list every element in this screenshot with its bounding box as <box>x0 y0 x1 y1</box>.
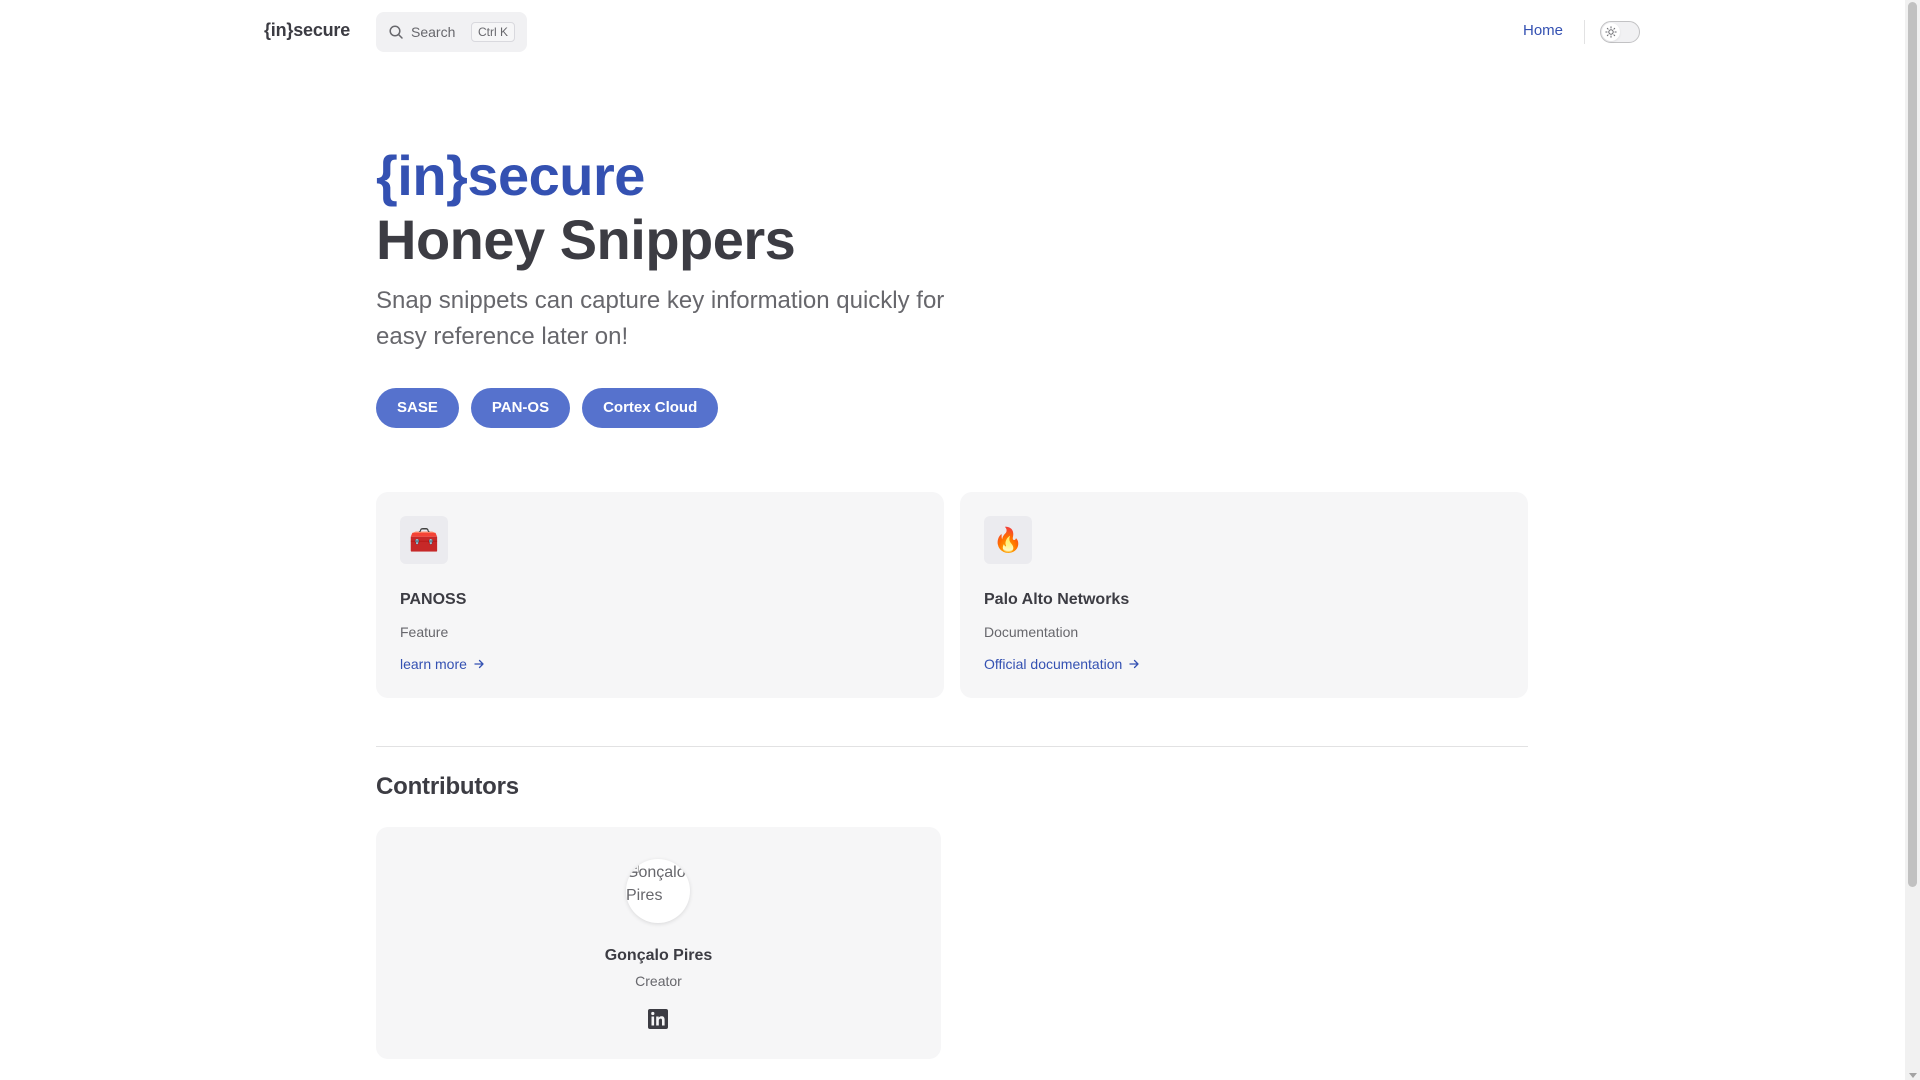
arrow-right-icon <box>1129 659 1139 669</box>
fire-icon: 🔥 <box>984 516 1032 564</box>
feature-details: Feature <box>400 624 449 640</box>
contributor-card: Gonçalo Pires Gonçalo Pires Creator <box>376 827 941 1059</box>
hero-tagline: Snap snippets can capture key informatio… <box>376 287 945 350</box>
feature-card-palo-alto-networks: 🔥 Palo Alto Networks Documentation Offic… <box>960 492 1528 698</box>
search-label: Search <box>411 24 456 40</box>
nav-divider <box>1584 20 1585 44</box>
action-button-cortex-cloud[interactable]: Cortex Cloud <box>582 388 719 428</box>
feature-link-label: learn more <box>400 656 467 672</box>
search-icon <box>389 25 403 39</box>
feature-link-label: Official documentation <box>984 656 1123 672</box>
hero-name: {in}secure <box>376 144 645 207</box>
theme-toggle-knob <box>1602 23 1620 41</box>
feature-details: Documentation <box>984 624 1079 640</box>
section-divider <box>376 746 1528 747</box>
feature-title: Palo Alto Networks <box>984 591 1130 608</box>
avatar: Gonçalo Pires <box>626 859 690 923</box>
linkedin-link[interactable] <box>648 1009 668 1029</box>
page-scrollbar[interactable] <box>1905 0 1920 1080</box>
action-button-pan-os[interactable]: PAN-OS <box>470 388 571 428</box>
linkedin-icon <box>648 1009 668 1029</box>
contributor-name: Gonçalo Pires <box>604 947 713 964</box>
feature-link-official-documentation[interactable]: Official documentation <box>984 652 1140 676</box>
feature-link-learn-more[interactable]: learn more <box>400 652 485 676</box>
hero-text: Honey Snippers <box>376 208 796 271</box>
search-button[interactable]: Search Ctrl K <box>376 12 527 52</box>
hero-actions: SASE PAN-OS Cortex Cloud <box>376 388 719 428</box>
sun-icon <box>1605 26 1617 38</box>
avatar-alt-text: Gonçalo Pires <box>626 864 686 904</box>
scroll-down-arrow-icon[interactable] <box>1908 1073 1917 1078</box>
search-shortcut-badge: Ctrl K <box>471 22 515 42</box>
contributors-heading: Contributors <box>376 773 519 800</box>
toolbox-icon: 🧰 <box>400 516 448 564</box>
action-button-sase[interactable]: SASE <box>376 388 459 428</box>
scrollbar-thumb[interactable] <box>1908 2 1917 887</box>
site-title[interactable]: {in}secure <box>264 20 350 41</box>
nav-link-home[interactable]: Home <box>1523 22 1563 39</box>
feature-title: PANOSS <box>400 591 467 608</box>
arrow-right-icon <box>474 659 484 669</box>
theme-toggle[interactable] <box>1600 21 1640 43</box>
contributor-role: Creator <box>635 973 682 989</box>
top-navbar: {in}secure Search Ctrl K Home <box>0 0 1905 64</box>
feature-card-panoss: 🧰 PANOSS Feature learn more <box>376 492 944 698</box>
